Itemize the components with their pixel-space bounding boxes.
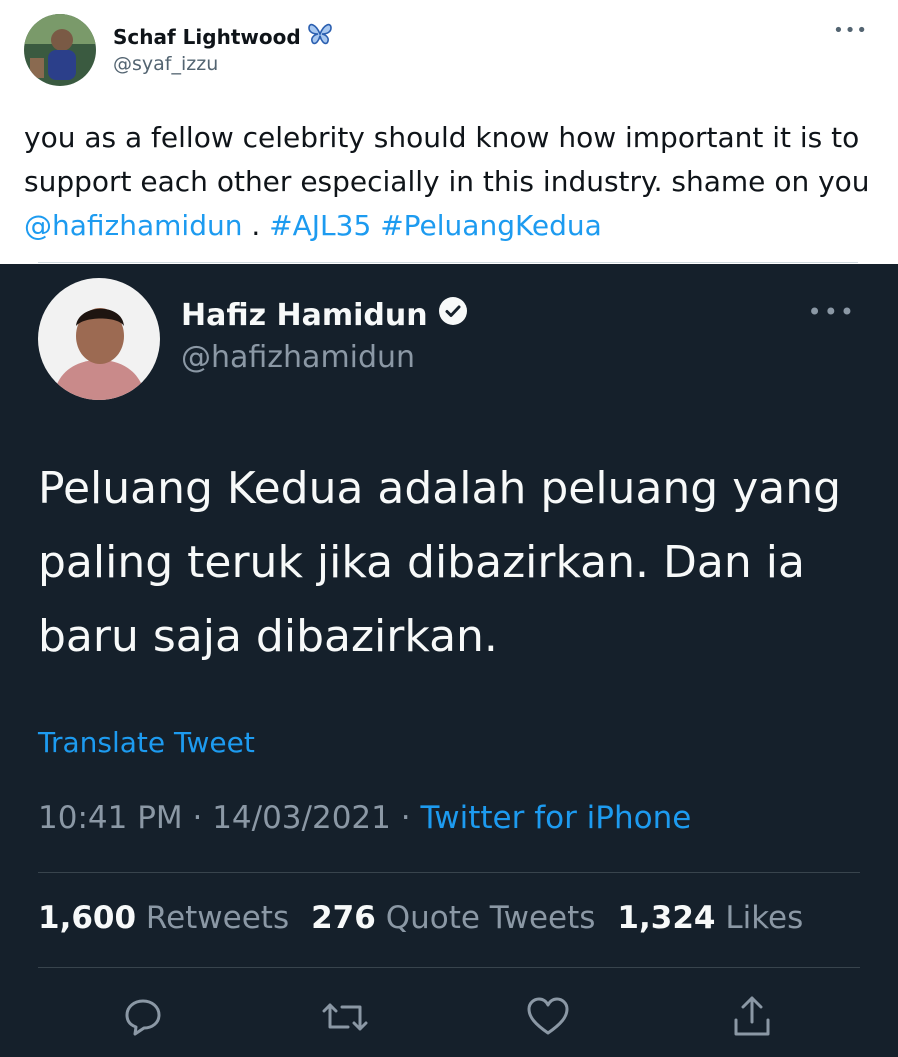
author-name-text: Schaf Lightwood [113, 24, 301, 49]
share-icon[interactable] [727, 992, 777, 1042]
author-handle[interactable]: @syaf_izzu [113, 53, 218, 75]
retweets-label: Retweets [145, 900, 290, 936]
butterfly-icon [307, 22, 333, 51]
embedded-tweet: Hafiz Hamidun @hafizhamidun ••• Peluang … [0, 264, 898, 1057]
tweet-meta: 10:41 PM · 14/03/2021 · Twitter for iPho… [38, 800, 691, 836]
retweets-stat[interactable]: 1,600 Retweets [38, 900, 289, 936]
mention-link[interactable]: @hafizhamidun [24, 209, 242, 242]
verified-badge-icon [438, 296, 468, 334]
likes-stat[interactable]: 1,324 Likes [617, 900, 803, 936]
quotes-label: Quote Tweets [385, 900, 596, 936]
hashtag-link[interactable]: #PeluangKedua [380, 209, 602, 242]
text-separator: . [242, 209, 270, 242]
translate-tweet-link[interactable]: Translate Tweet [38, 726, 255, 759]
quotes-stat[interactable]: 276 Quote Tweets [311, 900, 595, 936]
quotes-count: 276 [311, 900, 376, 936]
source-link[interactable]: Twitter for iPhone [420, 800, 691, 836]
divider [38, 262, 858, 263]
avatar[interactable] [38, 278, 160, 400]
author-name[interactable]: Schaf Lightwood [113, 22, 333, 51]
likes-label: Likes [725, 900, 804, 936]
avatar[interactable] [24, 14, 96, 86]
reply-icon[interactable] [118, 992, 168, 1042]
quote-tweet: Schaf Lightwood @syaf_izzu ••• you as a … [0, 0, 898, 263]
timestamp[interactable]: 10:41 PM · 14/03/2021 · [38, 800, 420, 836]
hashtag-link[interactable]: #AJL35 [269, 209, 371, 242]
like-icon[interactable] [523, 992, 573, 1042]
tweet-body: you as a fellow celebrity should know ho… [24, 121, 870, 198]
likes-count: 1,324 [617, 900, 716, 936]
tweet-stats: 1,600 Retweets 276 Quote Tweets 1,324 Li… [38, 900, 803, 936]
tweet-text: Peluang Kedua adalah peluang yang paling… [38, 463, 842, 662]
tweet-text: you as a fellow celebrity should know ho… [24, 116, 884, 248]
action-bar [0, 992, 898, 1042]
more-options-icon[interactable]: ••• [833, 20, 868, 41]
divider [38, 967, 860, 968]
author-name[interactable]: Hafiz Hamidun [181, 296, 468, 334]
retweet-icon[interactable] [320, 992, 370, 1042]
divider [38, 872, 860, 873]
author-name-text: Hafiz Hamidun [181, 297, 428, 333]
more-options-icon[interactable]: ••• [808, 298, 856, 326]
author-handle[interactable]: @hafizhamidun [181, 340, 415, 375]
retweets-count: 1,600 [38, 900, 137, 936]
